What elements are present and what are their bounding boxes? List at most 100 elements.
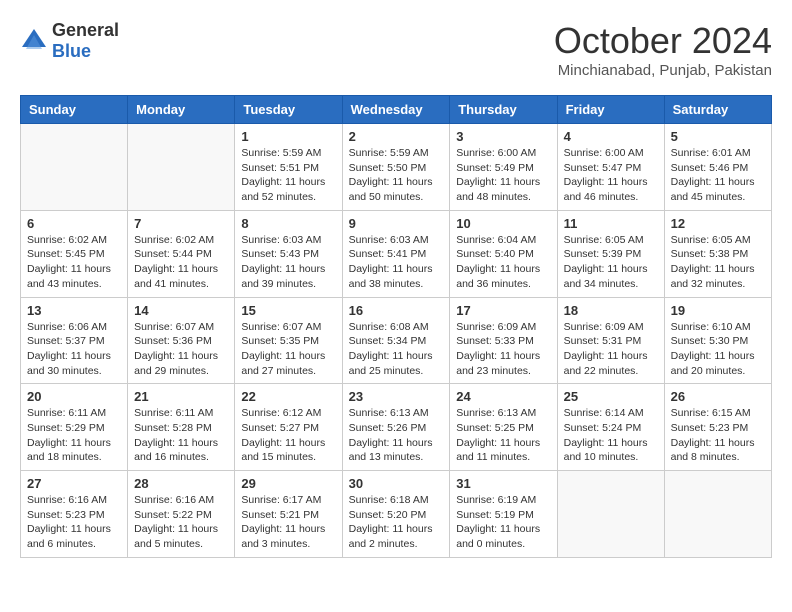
day-number: 7 — [134, 216, 228, 231]
day-number: 24 — [456, 389, 550, 404]
day-info: Sunrise: 6:15 AMSunset: 5:23 PMDaylight:… — [671, 406, 765, 465]
day-number: 5 — [671, 129, 765, 144]
day-number: 20 — [27, 389, 121, 404]
day-number: 16 — [349, 303, 444, 318]
calendar-cell — [664, 471, 771, 558]
calendar-cell: 26 Sunrise: 6:15 AMSunset: 5:23 PMDayligh… — [664, 384, 771, 471]
calendar-cell: 13Sunrise: 6:06 AMSunset: 5:37 PMDayligh… — [21, 297, 128, 384]
week-row-4: 20 Sunrise: 6:11 AMSunset: 5:29 PMDayligh… — [21, 384, 772, 471]
logo-text: General Blue — [52, 20, 119, 62]
logo-icon — [20, 27, 48, 55]
header-day-wednesday: Wednesday — [342, 96, 450, 124]
day-number: 4 — [564, 129, 658, 144]
calendar-cell: 7 Sunrise: 6:02 AMSunset: 5:44 PMDaylight… — [128, 210, 235, 297]
day-info: Sunrise: 6:11 AMSunset: 5:28 PMDaylight:… — [134, 406, 228, 465]
calendar-body: 1 Sunrise: 5:59 AMSunset: 5:51 PMDaylight… — [21, 124, 772, 558]
calendar-cell: 3 Sunrise: 6:00 AMSunset: 5:49 PMDaylight… — [450, 124, 557, 211]
header-day-sunday: Sunday — [21, 96, 128, 124]
day-info: Sunrise: 6:12 AMSunset: 5:27 PMDaylight:… — [241, 406, 335, 465]
calendar-cell: 23Sunrise: 6:13 AMSunset: 5:26 PMDayligh… — [342, 384, 450, 471]
calendar-cell: 6Sunrise: 6:02 AMSunset: 5:45 PMDaylight… — [21, 210, 128, 297]
header-day-thursday: Thursday — [450, 96, 557, 124]
day-info: Sunrise: 5:59 AMSunset: 5:50 PMDaylight:… — [349, 146, 444, 205]
day-info: Sunrise: 6:09 AMSunset: 5:33 PMDaylight:… — [456, 320, 550, 379]
day-info: Sunrise: 6:16 AMSunset: 5:23 PMDaylight:… — [27, 493, 121, 552]
day-number: 19 — [671, 303, 765, 318]
calendar-cell: 4 Sunrise: 6:00 AMSunset: 5:47 PMDaylight… — [557, 124, 664, 211]
location: Minchianabad, Punjab, Pakistan — [554, 62, 772, 79]
calendar-cell: 30 Sunrise: 6:18 AMSunset: 5:20 PMDayligh… — [342, 471, 450, 558]
day-number: 12 — [671, 216, 765, 231]
calendar-cell: 20 Sunrise: 6:11 AMSunset: 5:29 PMDayligh… — [21, 384, 128, 471]
day-info: Sunrise: 6:18 AMSunset: 5:20 PMDaylight:… — [349, 493, 444, 552]
month-year: October 2024 — [554, 20, 772, 62]
day-info: Sunrise: 6:01 AMSunset: 5:46 PMDaylight:… — [671, 146, 765, 205]
logo-blue: Blue — [52, 41, 91, 61]
day-number: 9 — [349, 216, 444, 231]
day-number: 26 — [671, 389, 765, 404]
header-day-monday: Monday — [128, 96, 235, 124]
calendar-cell: 11Sunrise: 6:05 AMSunset: 5:39 PMDayligh… — [557, 210, 664, 297]
day-number: 15 — [241, 303, 335, 318]
day-info: Sunrise: 6:00 AMSunset: 5:47 PMDaylight:… — [564, 146, 658, 205]
day-info: Sunrise: 5:59 AMSunset: 5:51 PMDaylight:… — [241, 146, 335, 205]
calendar-table: SundayMondayTuesdayWednesdayThursdayFrid… — [20, 95, 772, 558]
calendar-cell: 24 Sunrise: 6:13 AMSunset: 5:25 PMDayligh… — [450, 384, 557, 471]
calendar-cell: 2 Sunrise: 5:59 AMSunset: 5:50 PMDaylight… — [342, 124, 450, 211]
day-number: 18 — [564, 303, 658, 318]
calendar-cell: 22 Sunrise: 6:12 AMSunset: 5:27 PMDayligh… — [235, 384, 342, 471]
day-number: 1 — [241, 129, 335, 144]
week-row-5: 27 Sunrise: 6:16 AMSunset: 5:23 PMDayligh… — [21, 471, 772, 558]
day-number: 25 — [564, 389, 658, 404]
day-info: Sunrise: 6:10 AMSunset: 5:30 PMDaylight:… — [671, 320, 765, 379]
logo: General Blue — [20, 20, 119, 62]
calendar-cell: 28Sunrise: 6:16 AMSunset: 5:22 PMDayligh… — [128, 471, 235, 558]
calendar-cell: 31Sunrise: 6:19 AMSunset: 5:19 PMDayligh… — [450, 471, 557, 558]
day-info: Sunrise: 6:13 AMSunset: 5:26 PMDaylight:… — [349, 406, 444, 465]
day-info: Sunrise: 6:11 AMSunset: 5:29 PMDaylight:… — [27, 406, 121, 465]
day-number: 8 — [241, 216, 335, 231]
logo-general: General — [52, 20, 119, 40]
calendar-cell: 5 Sunrise: 6:01 AMSunset: 5:46 PMDaylight… — [664, 124, 771, 211]
week-row-3: 13Sunrise: 6:06 AMSunset: 5:37 PMDayligh… — [21, 297, 772, 384]
calendar-cell: 17Sunrise: 6:09 AMSunset: 5:33 PMDayligh… — [450, 297, 557, 384]
calendar-cell: 16 Sunrise: 6:08 AMSunset: 5:34 PMDayligh… — [342, 297, 450, 384]
day-number: 10 — [456, 216, 550, 231]
day-info: Sunrise: 6:07 AMSunset: 5:36 PMDaylight:… — [134, 320, 228, 379]
day-number: 31 — [456, 476, 550, 491]
day-info: Sunrise: 6:17 AMSunset: 5:21 PMDaylight:… — [241, 493, 335, 552]
calendar-cell: 18 Sunrise: 6:09 AMSunset: 5:31 PMDayligh… — [557, 297, 664, 384]
page-header: General Blue October 2024 Minchianabad, … — [20, 20, 772, 79]
calendar-cell: 21 Sunrise: 6:11 AMSunset: 5:28 PMDayligh… — [128, 384, 235, 471]
calendar-cell: 19 Sunrise: 6:10 AMSunset: 5:30 PMDayligh… — [664, 297, 771, 384]
calendar-cell — [21, 124, 128, 211]
calendar-cell: 8 Sunrise: 6:03 AMSunset: 5:43 PMDaylight… — [235, 210, 342, 297]
title-block: October 2024 Minchianabad, Punjab, Pakis… — [554, 20, 772, 79]
header-row: SundayMondayTuesdayWednesdayThursdayFrid… — [21, 96, 772, 124]
day-number: 21 — [134, 389, 228, 404]
day-info: Sunrise: 6:03 AMSunset: 5:43 PMDaylight:… — [241, 233, 335, 292]
day-info: Sunrise: 6:07 AMSunset: 5:35 PMDaylight:… — [241, 320, 335, 379]
day-number: 27 — [27, 476, 121, 491]
day-number: 22 — [241, 389, 335, 404]
day-info: Sunrise: 6:04 AMSunset: 5:40 PMDaylight:… — [456, 233, 550, 292]
calendar-cell — [128, 124, 235, 211]
day-info: Sunrise: 6:09 AMSunset: 5:31 PMDaylight:… — [564, 320, 658, 379]
calendar-cell: 15 Sunrise: 6:07 AMSunset: 5:35 PMDayligh… — [235, 297, 342, 384]
day-number: 3 — [456, 129, 550, 144]
day-info: Sunrise: 6:02 AMSunset: 5:44 PMDaylight:… — [134, 233, 228, 292]
day-info: Sunrise: 6:14 AMSunset: 5:24 PMDaylight:… — [564, 406, 658, 465]
calendar-header: SundayMondayTuesdayWednesdayThursdayFrid… — [21, 96, 772, 124]
calendar-cell: 27 Sunrise: 6:16 AMSunset: 5:23 PMDayligh… — [21, 471, 128, 558]
week-row-1: 1 Sunrise: 5:59 AMSunset: 5:51 PMDaylight… — [21, 124, 772, 211]
day-number: 30 — [349, 476, 444, 491]
day-info: Sunrise: 6:00 AMSunset: 5:49 PMDaylight:… — [456, 146, 550, 205]
day-number: 2 — [349, 129, 444, 144]
header-day-friday: Friday — [557, 96, 664, 124]
day-info: Sunrise: 6:13 AMSunset: 5:25 PMDaylight:… — [456, 406, 550, 465]
day-info: Sunrise: 6:08 AMSunset: 5:34 PMDaylight:… — [349, 320, 444, 379]
day-info: Sunrise: 6:03 AMSunset: 5:41 PMDaylight:… — [349, 233, 444, 292]
day-number: 14 — [134, 303, 228, 318]
calendar-cell: 1 Sunrise: 5:59 AMSunset: 5:51 PMDaylight… — [235, 124, 342, 211]
calendar-cell: 9 Sunrise: 6:03 AMSunset: 5:41 PMDaylight… — [342, 210, 450, 297]
